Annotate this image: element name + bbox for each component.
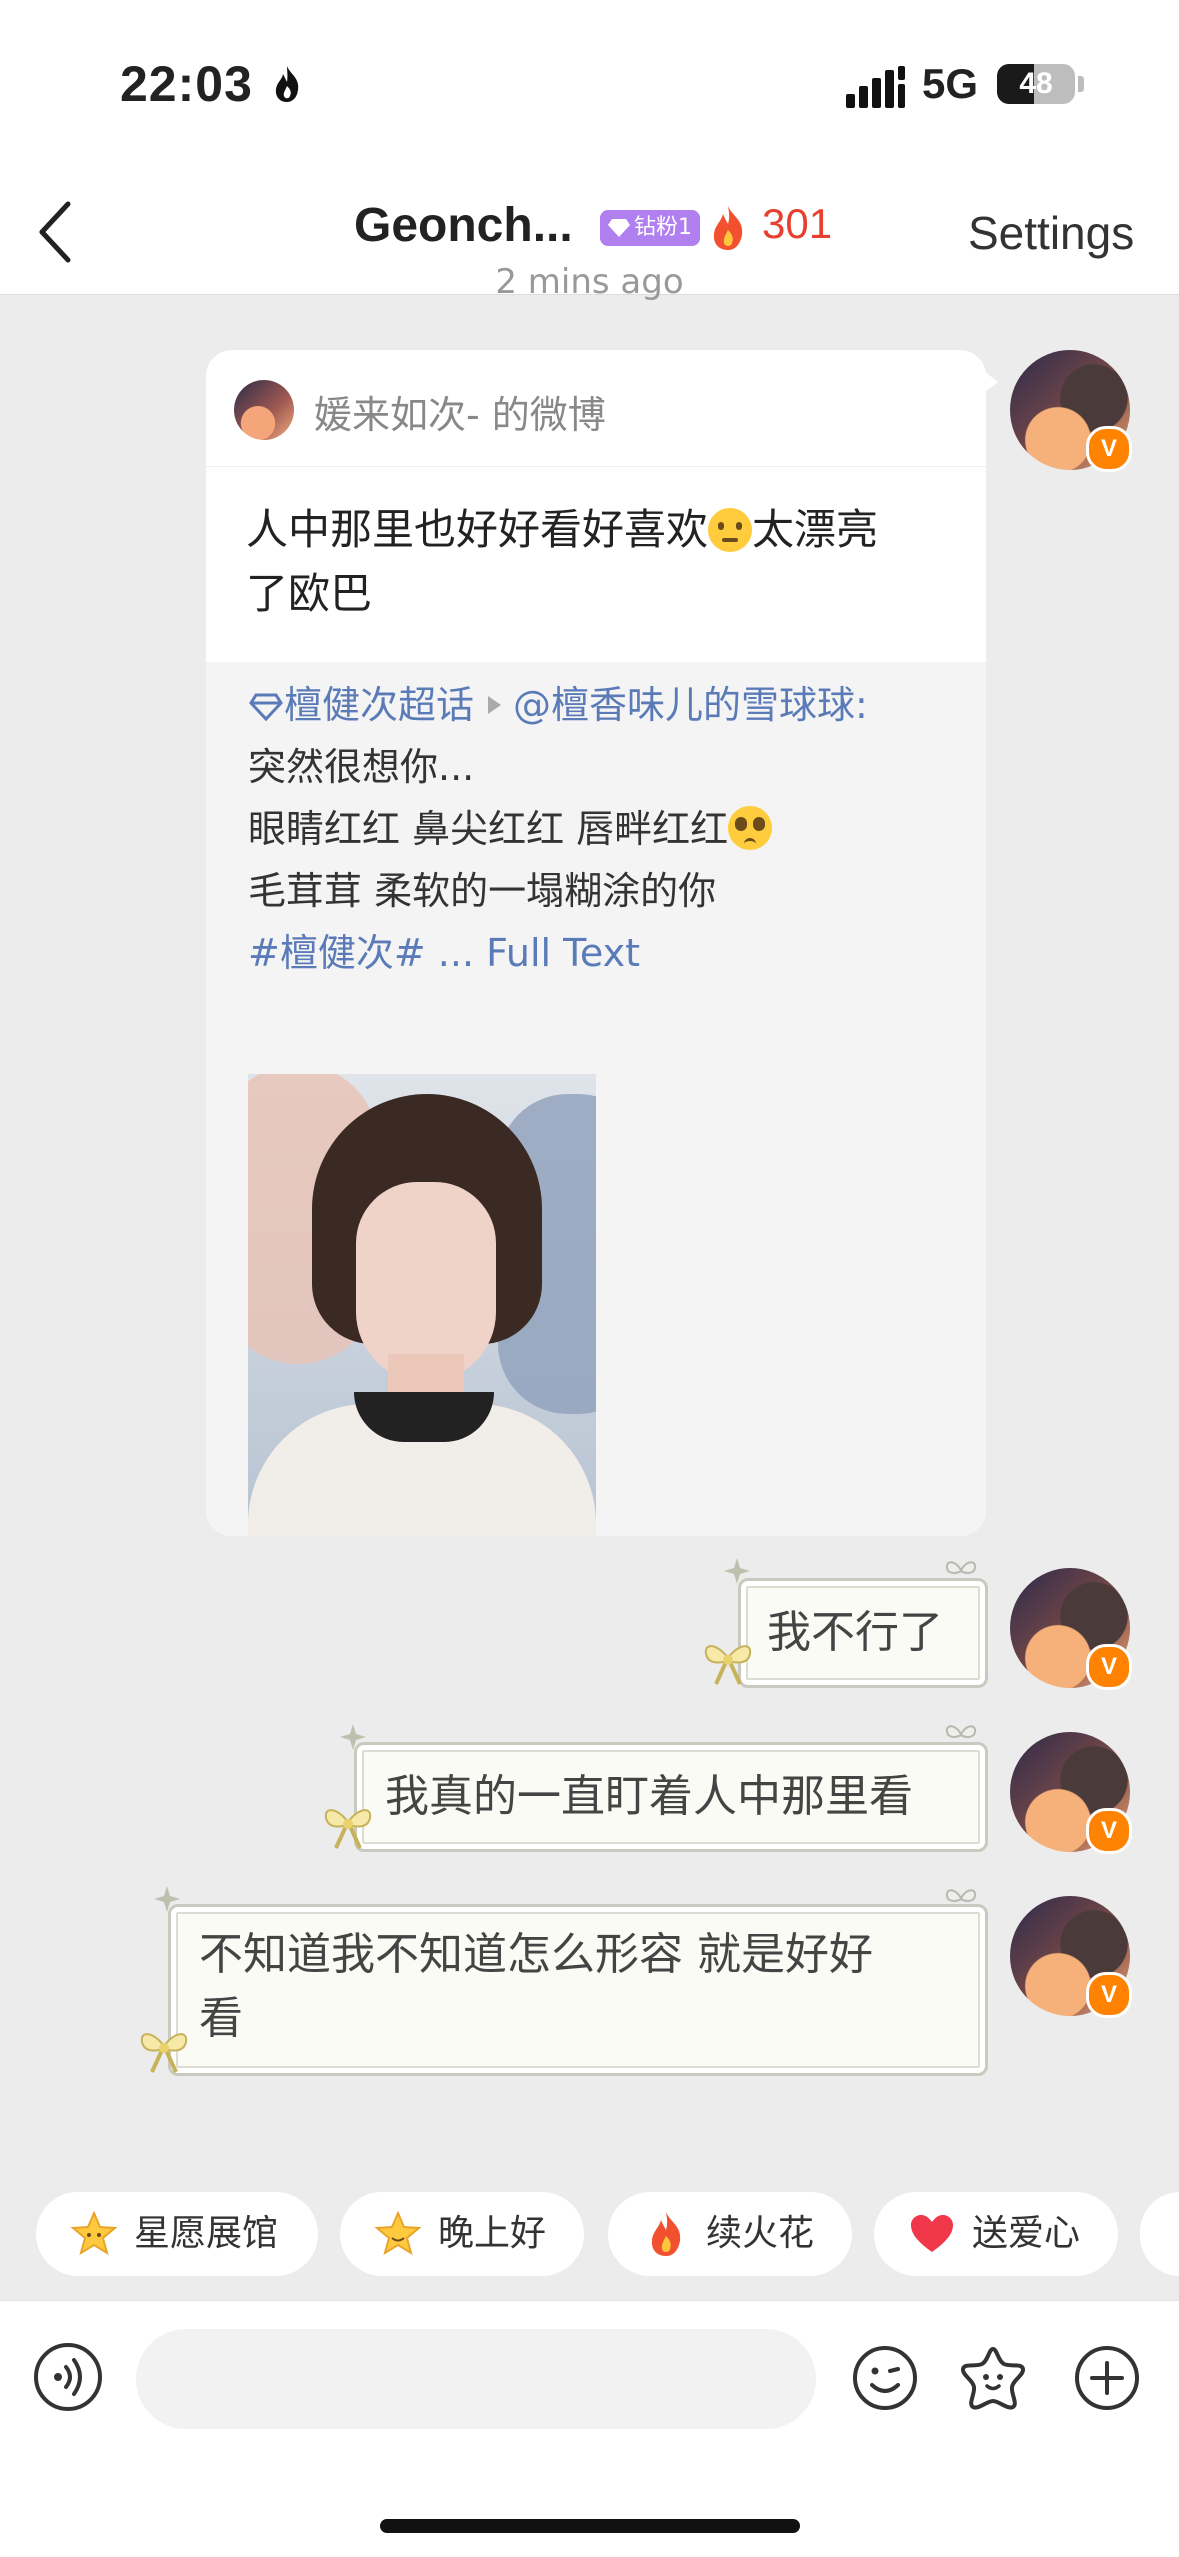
- chip-label: 晚上好: [438, 2213, 547, 2254]
- corner-bow-icon: [945, 1725, 977, 1738]
- full-text-link[interactable]: ... Full Text: [438, 931, 640, 975]
- battery-indicator: 48: [997, 64, 1075, 104]
- shared-weibo-card[interactable]: 媛来如次- 的微博 人中那里也好好看好喜欢 太漂亮 了欧巴 檀健次超话 @檀香味儿的…: [206, 350, 986, 1536]
- verified-badge-icon: V: [1086, 426, 1132, 472]
- chip-label: 送爱心: [972, 2213, 1081, 2254]
- star-smile-icon: [374, 2210, 422, 2256]
- voice-waves-icon: [54, 2358, 82, 2396]
- message-text-line-2: 看: [199, 1993, 243, 2044]
- message-timestamp: 2 mins ago: [495, 262, 684, 302]
- ribbon-bow-icon: [324, 1809, 372, 1849]
- quick-action-continue-spark[interactable]: 续火花: [608, 2192, 852, 2276]
- chip-label: 续火花: [706, 2213, 815, 2254]
- image-face: [356, 1182, 496, 1382]
- play-arrow-icon: [488, 696, 502, 714]
- post-comment: 人中那里也好好看好喜欢 太漂亮 了欧巴: [246, 498, 946, 626]
- message-text: 我不行了: [767, 1607, 943, 1658]
- battery-cap: [1078, 76, 1084, 92]
- flame-icon: [651, 2212, 681, 2256]
- sticker-star-icon[interactable]: [958, 2343, 1028, 2413]
- comment-text-3: 了欧巴: [246, 569, 373, 618]
- quote-line-2: 眼睛红红 鼻尖红红 唇畔红红: [248, 804, 773, 854]
- message-text: 我真的一直盯着人中那里看: [385, 1771, 913, 1822]
- comment-text-1: 人中那里也好好看好喜欢: [246, 505, 709, 554]
- contact-name[interactable]: Geonch...: [354, 198, 573, 253]
- home-indicator: [380, 2519, 800, 2533]
- ribbon-bow-icon: [704, 1645, 752, 1685]
- supertopic-diamond-icon: [249, 693, 283, 722]
- quote-line-2-text: 眼睛红红 鼻尖红红 唇畔红红: [248, 807, 729, 851]
- quick-action-good-evening[interactable]: 晚上好: [340, 2192, 584, 2276]
- status-bar: 22:03 5G 48: [0, 0, 1179, 170]
- clock: 22:03: [120, 56, 253, 112]
- emoji-icon[interactable]: [850, 2343, 920, 2413]
- message-bubble[interactable]: 我不行了: [738, 1578, 988, 1688]
- chip-label: 星愿展馆: [134, 2213, 279, 2254]
- pleading-eyes-icon: [728, 806, 773, 850]
- corner-bow-icon: [945, 1889, 977, 1902]
- quote-line-1: 突然很想你...: [248, 745, 475, 789]
- quoted-post: 檀健次超话 @檀香味儿的雪球球: 突然很想你... 眼睛红红 鼻尖红红 唇畔红红 …: [206, 662, 986, 1536]
- message-text-input[interactable]: [136, 2329, 816, 2429]
- fan-badge-label: 钻粉1: [634, 215, 692, 240]
- diamond-icon: [608, 219, 630, 237]
- ribbon-bow-icon: [140, 2033, 188, 2073]
- post-image[interactable]: [248, 1074, 596, 1536]
- post-author-avatar: [234, 380, 294, 440]
- battery-level: 48: [1019, 67, 1053, 100]
- quote-line-4: #檀健次# ... Full Text: [248, 928, 640, 978]
- quote-header: 檀健次超话 @檀香味儿的雪球球:: [248, 680, 868, 730]
- message-bubble[interactable]: 不知道我不知道怎么形容 就是好好 看: [168, 1904, 988, 2076]
- hotspot-flame-icon: [275, 66, 299, 102]
- add-plus-icon[interactable]: [1072, 2343, 1142, 2413]
- signal-strength-icon: [846, 66, 905, 108]
- quick-action-wish-gallery[interactable]: 星愿展馆: [36, 2192, 318, 2276]
- message-text-line-1: 不知道我不知道怎么形容 就是好好: [199, 1929, 873, 1980]
- post-source: 媛来如次- 的微博: [314, 393, 606, 437]
- verified-badge-icon: V: [1086, 1808, 1132, 1854]
- quick-action-more[interactable]: [1140, 2192, 1179, 2276]
- supertopic-link[interactable]: 檀健次超话: [284, 683, 474, 727]
- star-face-icon: [70, 2210, 118, 2256]
- sparkle-icon: [340, 1724, 366, 1750]
- comment-text-2: 太漂亮: [752, 505, 879, 554]
- fan-level-badge: 钻粉1: [600, 210, 700, 246]
- message-bubble[interactable]: 我真的一直盯着人中那里看: [354, 1742, 988, 1852]
- heart-icon: [911, 2215, 953, 2252]
- voice-input-button[interactable]: [34, 2343, 102, 2411]
- corner-bow-icon: [945, 1561, 977, 1574]
- settings-button[interactable]: Settings: [968, 206, 1134, 260]
- sparkle-icon: [724, 1558, 750, 1584]
- back-arrow-icon[interactable]: [24, 194, 94, 270]
- verified-badge-icon: V: [1086, 1644, 1132, 1690]
- quick-actions-row: 星愿展馆 晚上好 续火花 送爱心: [0, 2180, 1179, 2290]
- fire-streak-count: 301: [762, 200, 833, 247]
- quick-action-send-heart[interactable]: 送爱心: [874, 2192, 1118, 2276]
- verified-badge-icon: V: [1086, 1972, 1132, 2018]
- fire-streak-icon: [713, 206, 743, 250]
- hashtag-link[interactable]: #檀健次#: [248, 931, 426, 975]
- network-type: 5G: [922, 60, 979, 107]
- sparkle-icon: [154, 1886, 180, 1912]
- quoted-user-link[interactable]: @檀香味儿的雪球球:: [513, 683, 868, 727]
- pleading-face-icon: [708, 508, 753, 552]
- message-input-bar: [0, 2300, 1179, 2557]
- card-header: 媛来如次- 的微博: [206, 350, 986, 467]
- quote-line-3: 毛茸茸 柔软的一塌糊涂的你: [248, 869, 717, 913]
